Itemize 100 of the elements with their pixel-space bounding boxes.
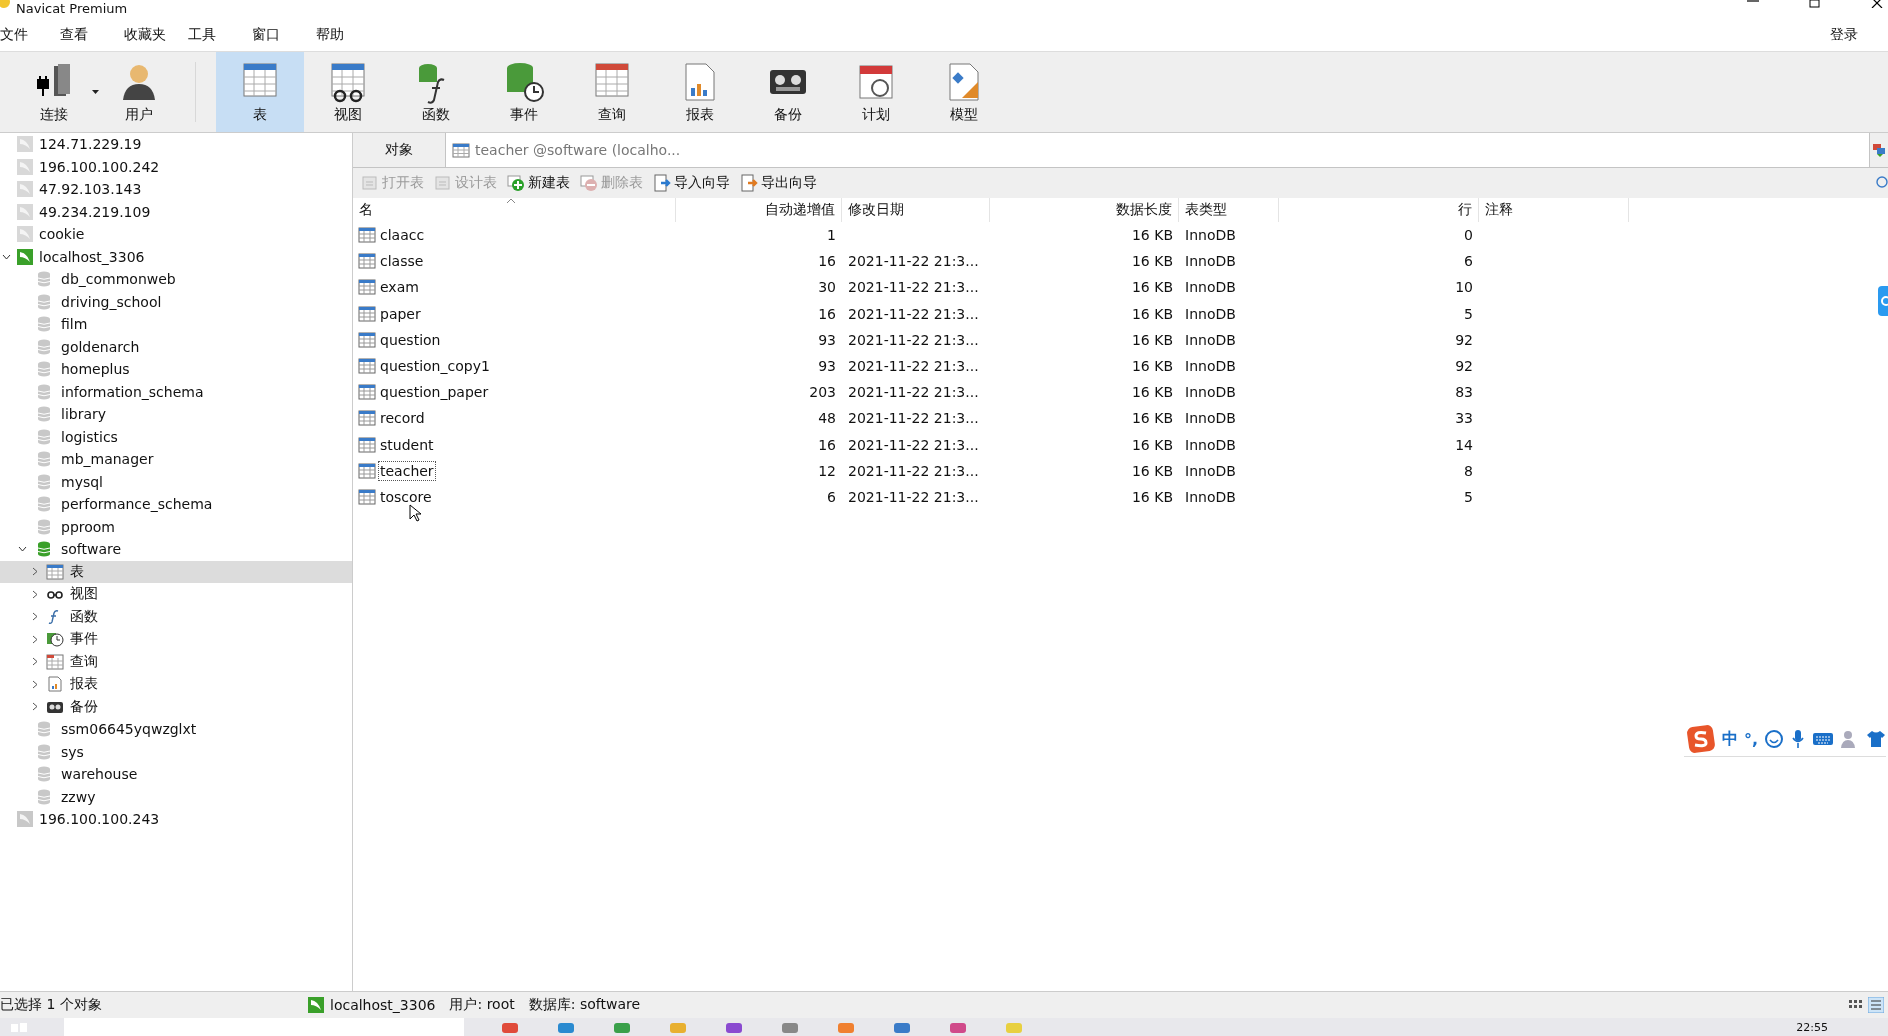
objects-tab[interactable]: 对象 bbox=[353, 133, 445, 167]
chevron-right-icon[interactable] bbox=[32, 702, 38, 712]
menu-item[interactable]: 查看 bbox=[58, 25, 122, 44]
chevron-right-icon[interactable] bbox=[32, 567, 38, 577]
column-header[interactable]: 表类型 bbox=[1179, 198, 1279, 222]
toolbar-button[interactable]: 事件 bbox=[480, 52, 568, 132]
action-button[interactable]: 导入向导 bbox=[651, 172, 732, 194]
connection-item[interactable]: 47.92.103.143 bbox=[0, 178, 352, 201]
object-type-item[interactable]: 表 bbox=[0, 560, 352, 583]
menu-item[interactable]: 收藏夹 bbox=[122, 25, 186, 44]
object-type-item[interactable]: 事件 bbox=[0, 628, 352, 651]
database-item[interactable]: homeplus bbox=[0, 358, 352, 381]
table-name[interactable]: question bbox=[378, 329, 443, 350]
column-header[interactable]: 修改日期 bbox=[842, 198, 990, 222]
restore-icon[interactable] bbox=[1808, 0, 1822, 8]
open-tab[interactable]: teacher @software (localho... bbox=[445, 133, 1870, 167]
object-type-item[interactable]: 视图 bbox=[0, 583, 352, 606]
dropdown-caret-icon[interactable] bbox=[92, 90, 99, 94]
database-item[interactable]: warehouse bbox=[0, 763, 352, 786]
database-item[interactable]: film bbox=[0, 313, 352, 336]
database-item[interactable]: library bbox=[0, 403, 352, 426]
toolbar-button[interactable]: 查询 bbox=[568, 52, 656, 132]
connection-item[interactable]: 196.100.100.243 bbox=[0, 808, 352, 831]
search-icon[interactable] bbox=[1874, 176, 1888, 190]
menu-item[interactable]: 帮助 bbox=[314, 25, 378, 44]
taskbar-app-icon[interactable] bbox=[612, 1021, 632, 1033]
chevron-right-icon[interactable] bbox=[32, 657, 38, 667]
menu-item[interactable]: 文件 bbox=[0, 25, 58, 44]
menu-item[interactable]: 工具 bbox=[186, 25, 250, 44]
column-header[interactable]: 自动递增值 bbox=[676, 198, 842, 222]
column-header[interactable]: 行 bbox=[1279, 198, 1479, 222]
column-header[interactable]: 名 bbox=[353, 198, 676, 222]
table-name[interactable]: teacher bbox=[378, 460, 436, 481]
login-link[interactable]: 登录 bbox=[1830, 25, 1858, 44]
chevron-down-icon[interactable] bbox=[18, 546, 27, 553]
taskbar-app-icon[interactable] bbox=[724, 1021, 744, 1033]
action-button[interactable]: 导出向导 bbox=[738, 172, 819, 194]
table-name[interactable]: question_paper bbox=[378, 382, 491, 403]
chevron-right-icon[interactable] bbox=[32, 589, 38, 599]
ime-punctuation[interactable]: °, bbox=[1743, 729, 1758, 749]
smiley-icon[interactable] bbox=[1764, 729, 1784, 749]
ime-logo-icon[interactable] bbox=[1685, 724, 1716, 754]
toolbar-button[interactable]: 函数 bbox=[392, 52, 480, 132]
taskbar-app-icon[interactable] bbox=[948, 1021, 968, 1033]
action-button[interactable]: 新建表 bbox=[505, 172, 572, 194]
table-name[interactable]: claacc bbox=[378, 225, 427, 246]
connection-item[interactable]: 196.100.100.242 bbox=[0, 155, 352, 178]
database-item[interactable]: information_schema bbox=[0, 380, 352, 403]
toolbar-button[interactable]: 备份 bbox=[744, 52, 832, 132]
database-item[interactable]: logistics bbox=[0, 425, 352, 448]
list-view-icon[interactable] bbox=[1868, 997, 1884, 1013]
taskbar-app-icon[interactable] bbox=[500, 1021, 520, 1033]
chevron-right-icon[interactable] bbox=[32, 612, 38, 622]
menu-item[interactable]: 窗口 bbox=[250, 25, 314, 44]
table-name[interactable]: classe bbox=[378, 251, 426, 272]
taskbar-app-icon[interactable] bbox=[892, 1021, 912, 1033]
object-type-item[interactable]: 报表 bbox=[0, 673, 352, 696]
database-item[interactable]: software bbox=[0, 538, 352, 561]
toolbar-button[interactable]: 用户 bbox=[95, 52, 183, 132]
database-item[interactable]: performance_schema bbox=[0, 493, 352, 516]
table-name[interactable]: exam bbox=[378, 277, 421, 298]
toolbar-button[interactable]: 模型 bbox=[920, 52, 1008, 132]
database-item[interactable]: ssm06645yqwzglxt bbox=[0, 718, 352, 741]
table-name[interactable]: toscore bbox=[378, 486, 434, 507]
column-header[interactable]: 数据长度 bbox=[990, 198, 1179, 222]
toolbar-button[interactable]: 连接 bbox=[10, 52, 98, 132]
toolbar-button[interactable]: 计划 bbox=[832, 52, 920, 132]
database-item[interactable]: db_commonweb bbox=[0, 268, 352, 291]
database-item[interactable]: goldenarch bbox=[0, 335, 352, 358]
database-item[interactable]: sys bbox=[0, 740, 352, 763]
toolbar-button[interactable]: 报表 bbox=[656, 52, 744, 132]
table-name[interactable]: paper bbox=[378, 303, 423, 324]
shirt-icon[interactable] bbox=[1866, 729, 1886, 749]
object-type-item[interactable]: 备份 bbox=[0, 695, 352, 718]
toolbar-button[interactable]: 表 bbox=[216, 52, 304, 132]
database-item[interactable]: pproom bbox=[0, 515, 352, 538]
close-icon[interactable] bbox=[1870, 0, 1884, 8]
taskbar-app-icon[interactable] bbox=[556, 1021, 576, 1033]
taskbar-app-icon[interactable] bbox=[780, 1021, 800, 1033]
keyboard-icon[interactable] bbox=[1812, 731, 1834, 747]
object-type-item[interactable]: 查询 bbox=[0, 650, 352, 673]
database-item[interactable]: mysql bbox=[0, 470, 352, 493]
database-item[interactable]: driving_school bbox=[0, 290, 352, 313]
table-name[interactable]: record bbox=[378, 408, 427, 429]
connection-item[interactable]: 49.234.219.109 bbox=[0, 200, 352, 223]
database-item[interactable]: mb_manager bbox=[0, 448, 352, 471]
connection-item[interactable]: 124.71.229.19 bbox=[0, 133, 352, 156]
toolbar-button[interactable]: 视图 bbox=[304, 52, 392, 132]
chevron-right-icon[interactable] bbox=[32, 679, 38, 689]
microphone-icon[interactable] bbox=[1790, 729, 1806, 749]
ime-mode[interactable]: 中 bbox=[1721, 728, 1738, 750]
column-header[interactable]: 注释 bbox=[1479, 198, 1629, 222]
table-name[interactable]: student bbox=[378, 434, 436, 455]
side-widget-icon[interactable] bbox=[1878, 286, 1888, 316]
database-item[interactable]: zzwy bbox=[0, 785, 352, 808]
tab-list-icon[interactable] bbox=[1872, 143, 1886, 157]
chevron-right-icon[interactable] bbox=[32, 634, 38, 644]
table-name[interactable]: question_copy1 bbox=[378, 356, 492, 377]
connection-item[interactable]: cookie bbox=[0, 223, 352, 246]
chevron-down-icon[interactable] bbox=[2, 253, 11, 260]
